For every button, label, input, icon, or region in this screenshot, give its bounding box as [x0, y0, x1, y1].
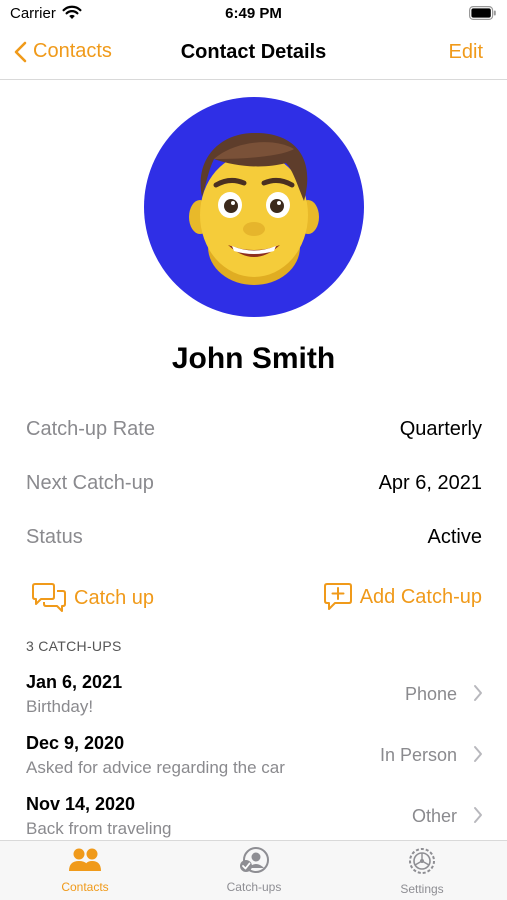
info-value: Quarterly	[399, 418, 482, 440]
edit-button[interactable]: Edit	[449, 41, 483, 64]
contact-name: John Smith	[171, 342, 336, 375]
page-title: Contact Details	[180, 41, 327, 63]
info-row-next-catch-up: Next Catch-up Apr 6, 2021	[26, 472, 482, 502]
battery-icon	[469, 6, 497, 25]
memoji-avatar-icon	[189, 132, 319, 285]
tab-bar: Contacts Catch-ups Settings	[0, 840, 507, 900]
catch-up-type: Phone	[404, 684, 457, 704]
catch-up-button[interactable]: Catch up	[30, 582, 154, 614]
clock: 6:49 PM	[225, 5, 282, 22]
catch-up-date: Jan 6, 2021	[26, 672, 123, 692]
tab-contacts[interactable]: Contacts	[25, 847, 145, 894]
catch-up-date: Nov 14, 2020	[26, 794, 136, 814]
gear-icon	[409, 848, 435, 874]
catch-up-note: Asked for advice regarding the car	[26, 758, 285, 777]
info-value: Active	[427, 526, 482, 548]
chat-bubbles-icon	[32, 583, 66, 612]
info-value: Apr 6, 2021	[378, 472, 482, 494]
catch-up-date: Dec 9, 2020	[26, 733, 125, 753]
info-label: Next Catch-up	[26, 472, 154, 494]
catch-up-label: Catch up	[74, 586, 155, 609]
section-header: 3 CATCH-UPS	[26, 638, 122, 654]
info-label: Status	[26, 526, 83, 548]
add-catch-up-button[interactable]: Add Catch-up	[322, 582, 482, 612]
catch-up-type: Other	[411, 806, 457, 826]
tab-label: Catch-ups	[226, 880, 282, 894]
add-message-icon	[323, 583, 352, 610]
tab-settings[interactable]: Settings	[362, 847, 482, 896]
add-catch-up-label: Add Catch-up	[359, 585, 482, 608]
list-item[interactable]: Dec 9, 2020 Asked for advice regarding t…	[0, 733, 507, 791]
catch-up-note: Back from traveling	[26, 819, 172, 838]
person-check-icon	[240, 847, 269, 873]
navigation-bar: Contacts Contact Details Edit	[0, 30, 507, 80]
chevron-right-icon	[474, 807, 482, 823]
info-row-status: Status Active	[26, 526, 482, 556]
tab-label: Settings	[400, 882, 444, 896]
chevron-right-icon	[474, 685, 482, 701]
catch-up-note: Birthday!	[26, 697, 94, 716]
avatar	[144, 97, 364, 317]
info-label: Catch-up Rate	[26, 418, 155, 440]
chevron-right-icon	[474, 746, 482, 762]
tab-label: Contacts	[61, 880, 109, 894]
tab-catch-ups[interactable]: Catch-ups	[194, 847, 314, 894]
info-row-catch-up-rate: Catch-up Rate Quarterly	[26, 418, 482, 448]
list-item[interactable]: Jan 6, 2021 Birthday! Phone	[0, 672, 507, 730]
status-bar: Carrier 6:49 PM	[0, 0, 507, 30]
catch-up-type: In Person	[379, 745, 457, 765]
people-icon	[69, 848, 101, 871]
